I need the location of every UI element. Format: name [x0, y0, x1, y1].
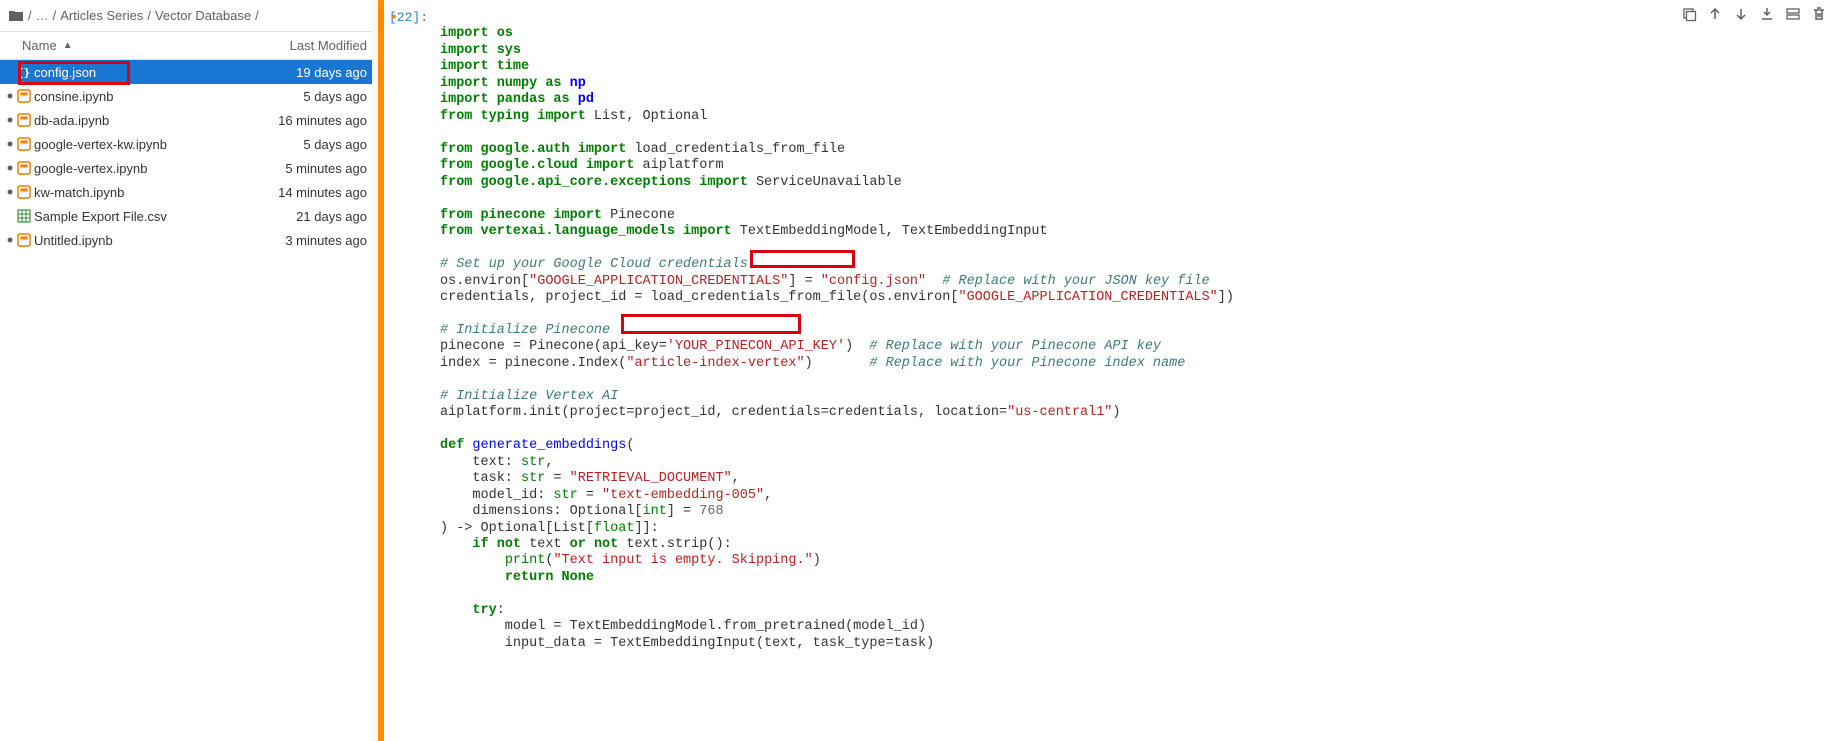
file-row[interactable]: • google-vertex-kw.ipynb5 days ago — [0, 132, 377, 156]
file-row[interactable]: • db-ada.ipynb16 minutes ago — [0, 108, 377, 132]
file-type-icon — [14, 136, 34, 152]
file-row[interactable]: • Untitled.ipynb3 minutes ago — [0, 228, 377, 252]
svg-text:{}: {} — [17, 66, 30, 79]
breadcrumb-part[interactable]: Articles Series — [60, 8, 143, 23]
file-modified: 5 minutes ago — [257, 161, 367, 176]
duplicate-icon[interactable] — [1681, 6, 1697, 22]
insert-below-icon[interactable] — [1759, 6, 1775, 22]
file-row[interactable]: Sample Export File.csv21 days ago — [0, 204, 377, 228]
cell-toolbar — [1681, 6, 1827, 22]
folder-icon — [8, 8, 24, 24]
file-modified: 5 days ago — [257, 137, 367, 152]
file-name: kw-match.ipynb — [34, 185, 257, 200]
column-modified[interactable]: Last Modified — [257, 38, 367, 53]
dirty-indicator-icon: • — [6, 188, 14, 196]
file-type-icon: {} — [14, 64, 34, 80]
breadcrumb[interactable]: / … / Articles Series / Vector Database … — [0, 0, 377, 32]
column-name[interactable]: Name▲ — [22, 38, 257, 53]
move-down-icon[interactable] — [1733, 6, 1749, 22]
insert-above-icon[interactable] — [1785, 6, 1801, 22]
file-modified: 3 minutes ago — [257, 233, 367, 248]
breadcrumb-ellipsis[interactable]: … — [36, 8, 49, 23]
move-up-icon[interactable] — [1707, 6, 1723, 22]
file-name: google-vertex.ipynb — [34, 161, 257, 176]
delete-icon[interactable] — [1811, 6, 1827, 22]
annotation-highlight — [750, 250, 855, 268]
file-row[interactable]: • kw-match.ipynb14 minutes ago — [0, 180, 377, 204]
file-modified: 5 days ago — [257, 89, 367, 104]
breadcrumb-part[interactable]: Vector Database — [155, 8, 251, 23]
dirty-indicator-icon: • — [6, 236, 14, 244]
file-name: consine.ipynb — [34, 89, 257, 104]
file-row[interactable]: {} config.json19 days ago — [0, 60, 377, 84]
file-type-icon — [14, 160, 34, 176]
file-modified: 14 minutes ago — [257, 185, 367, 200]
file-modified: 16 minutes ago — [257, 113, 367, 128]
file-name: db-ada.ipynb — [34, 113, 257, 128]
file-type-icon — [14, 88, 34, 104]
notebook-main: [22]: import os import sys import time i… — [378, 0, 1839, 741]
file-type-icon — [14, 208, 34, 224]
file-name: Sample Export File.csv — [34, 209, 257, 224]
dirty-indicator-icon: • — [6, 140, 14, 148]
file-modified: 19 days ago — [257, 65, 367, 80]
file-row[interactable]: • consine.ipynb5 days ago — [0, 84, 377, 108]
file-modified: 21 days ago — [257, 209, 367, 224]
sort-asc-icon: ▲ — [63, 40, 73, 51]
file-list: {}config.json19 days ago•consine.ipynb5 … — [0, 60, 377, 741]
dirty-indicator-icon: • — [6, 164, 14, 172]
dirty-indicator-icon: • — [6, 92, 14, 100]
file-name: Untitled.ipynb — [34, 233, 257, 248]
file-name: google-vertex-kw.ipynb — [34, 137, 257, 152]
file-name: config.json — [34, 65, 257, 80]
file-type-icon — [14, 112, 34, 128]
file-type-icon — [14, 184, 34, 200]
cell-prompt: [22]: — [384, 0, 434, 741]
annotation-highlight — [621, 314, 801, 334]
file-type-icon — [14, 232, 34, 248]
file-list-header: Name▲ Last Modified — [0, 32, 377, 60]
dirty-indicator-icon: • — [6, 116, 14, 124]
file-row[interactable]: • google-vertex.ipynb5 minutes ago — [0, 156, 377, 180]
file-browser-sidebar: / … / Articles Series / Vector Database … — [0, 0, 378, 741]
code-editor[interactable]: import os import sys import time import … — [434, 0, 1839, 741]
